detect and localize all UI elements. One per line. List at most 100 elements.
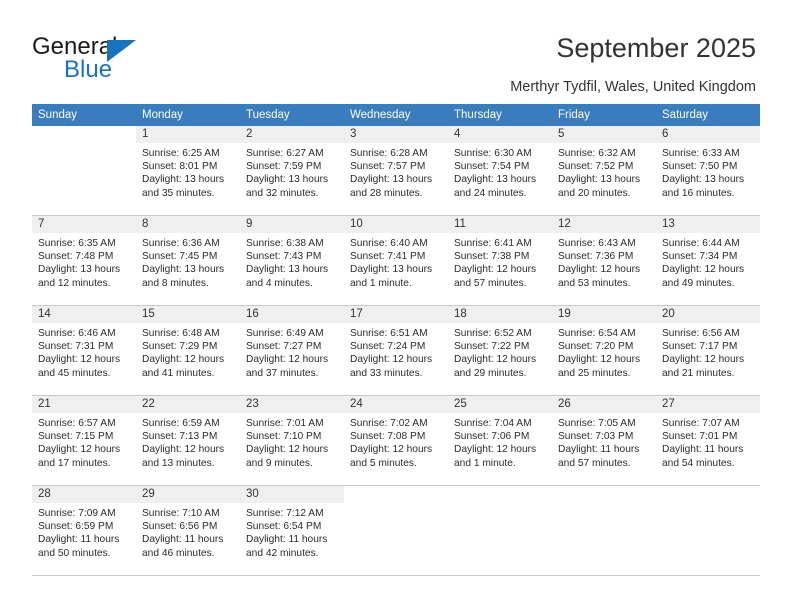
daylight-duration-line2: and 54 minutes.	[662, 457, 735, 469]
daylight-duration-line1: Daylight: 13 hours	[350, 264, 433, 276]
calendar-day-cell[interactable]: 10 Sunrise: 6:40 AM Sunset: 7:41 PM Dayligh…	[344, 215, 448, 306]
daylight-duration-line1: Daylight: 11 hours	[38, 534, 120, 546]
calendar-day-cell[interactable]: 21 Sunrise: 6:57 AM Sunset: 7:15 PM Dayligh…	[32, 395, 136, 486]
calendar-day-cell[interactable]: 6 Sunrise: 6:33 AM Sunset: 7:50 PM Daylight…	[656, 126, 760, 216]
daylight-duration-line2: and 37 minutes.	[246, 367, 319, 379]
sunrise-time: Sunrise: 7:10 AM	[142, 508, 220, 519]
page-header: General Blue September 2025 Merthyr Tydf…	[0, 0, 792, 104]
calendar-day-cell[interactable]: 22 Sunrise: 6:59 AM Sunset: 7:13 PM Dayligh…	[136, 395, 240, 486]
calendar-day-cell[interactable]: 1 Sunrise: 6:25 AM Sunset: 8:01 PM Daylight…	[136, 126, 240, 216]
calendar-day-cell[interactable]: 18 Sunrise: 6:52 AM Sunset: 7:22 PM Dayligh…	[448, 305, 552, 396]
sunrise-time: Sunrise: 6:52 AM	[454, 328, 532, 339]
day-number: 18	[448, 306, 552, 323]
sunrise-time: Sunrise: 6:38 AM	[246, 238, 324, 249]
calendar-day-cell[interactable]: 15 Sunrise: 6:48 AM Sunset: 7:29 PM Dayligh…	[136, 305, 240, 396]
calendar-day-cell-empty	[552, 485, 656, 576]
calendar-day-cell[interactable]: 2 Sunrise: 6:27 AM Sunset: 7:59 PM Daylight…	[240, 126, 344, 216]
day-details: Sunrise: 7:07 AM Sunset: 7:01 PM Daylight:…	[656, 413, 760, 470]
day-number: 17	[344, 306, 448, 323]
sunset-time: Sunset: 7:41 PM	[350, 251, 426, 263]
page-title: September 2025	[556, 33, 756, 63]
daylight-duration-line1: Daylight: 11 hours	[662, 444, 744, 456]
daylight-duration-line2: and 41 minutes.	[142, 367, 215, 379]
daylight-duration-line1: Daylight: 11 hours	[246, 534, 328, 546]
calendar-day-cell[interactable]: 24 Sunrise: 7:02 AM Sunset: 7:08 PM Dayligh…	[344, 395, 448, 486]
day-details: Sunrise: 6:35 AM Sunset: 7:48 PM Daylight:…	[32, 233, 136, 290]
calendar-day-cell[interactable]: 13 Sunrise: 6:44 AM Sunset: 7:34 PM Dayligh…	[656, 215, 760, 306]
sunrise-time: Sunrise: 6:56 AM	[662, 328, 740, 339]
daylight-duration-line1: Daylight: 12 hours	[350, 354, 433, 366]
calendar-day-cell[interactable]: 26 Sunrise: 7:05 AM Sunset: 7:03 PM Dayligh…	[552, 395, 656, 486]
calendar-day-cell[interactable]: 14 Sunrise: 6:46 AM Sunset: 7:31 PM Dayligh…	[32, 305, 136, 396]
calendar-day-cell[interactable]: 11 Sunrise: 6:41 AM Sunset: 7:38 PM Dayligh…	[448, 215, 552, 306]
sunrise-time: Sunrise: 6:49 AM	[246, 328, 324, 339]
day-details: Sunrise: 6:32 AM Sunset: 7:52 PM Daylight:…	[552, 143, 656, 200]
sunset-time: Sunset: 7:52 PM	[558, 161, 634, 173]
sunset-time: Sunset: 7:17 PM	[662, 341, 738, 353]
sunrise-time: Sunrise: 6:59 AM	[142, 418, 220, 429]
sunset-time: Sunset: 7:38 PM	[454, 251, 530, 263]
sunrise-time: Sunrise: 6:32 AM	[558, 148, 636, 159]
sunset-time: Sunset: 7:54 PM	[454, 161, 530, 173]
sunrise-time: Sunrise: 6:54 AM	[558, 328, 636, 339]
brand-name-blue: Blue	[64, 56, 113, 83]
daylight-duration-line2: and 1 minute.	[350, 277, 412, 289]
day-details: Sunrise: 6:59 AM Sunset: 7:13 PM Daylight:…	[136, 413, 240, 470]
sunset-time: Sunset: 8:01 PM	[142, 161, 218, 173]
calendar-day-cell[interactable]: 5 Sunrise: 6:32 AM Sunset: 7:52 PM Daylight…	[552, 126, 656, 216]
daylight-duration-line1: Daylight: 12 hours	[662, 264, 745, 276]
day-details: Sunrise: 6:44 AM Sunset: 7:34 PM Daylight:…	[656, 233, 760, 290]
sunset-time: Sunset: 7:50 PM	[662, 161, 738, 173]
day-details: Sunrise: 6:49 AM Sunset: 7:27 PM Daylight:…	[240, 323, 344, 380]
calendar-day-cell-empty	[448, 485, 552, 576]
sunset-time: Sunset: 6:54 PM	[246, 521, 322, 533]
daylight-duration-line1: Daylight: 12 hours	[454, 264, 537, 276]
calendar-day-cell[interactable]: 20 Sunrise: 6:56 AM Sunset: 7:17 PM Dayligh…	[656, 305, 760, 396]
daylight-duration-line2: and 29 minutes.	[454, 367, 527, 379]
daylight-duration-line1: Daylight: 13 hours	[246, 174, 329, 186]
day-number: 26	[552, 396, 656, 413]
calendar-day-cell[interactable]: 28 Sunrise: 7:09 AM Sunset: 6:59 PM Dayligh…	[32, 485, 136, 576]
daylight-duration-line2: and 57 minutes.	[558, 457, 631, 469]
daylight-duration-line1: Daylight: 13 hours	[454, 174, 537, 186]
daylight-duration-line2: and 24 minutes.	[454, 187, 527, 199]
calendar-day-cell[interactable]: 7 Sunrise: 6:35 AM Sunset: 7:48 PM Daylight…	[32, 215, 136, 306]
daylight-duration-line2: and 49 minutes.	[662, 277, 735, 289]
calendar-day-cell[interactable]: 17 Sunrise: 6:51 AM Sunset: 7:24 PM Dayligh…	[344, 305, 448, 396]
daylight-duration-line2: and 9 minutes.	[246, 457, 313, 469]
sunrise-time: Sunrise: 7:01 AM	[246, 418, 324, 429]
day-details: Sunrise: 7:12 AM Sunset: 6:54 PM Daylight:…	[240, 503, 344, 560]
daylight-duration-line1: Daylight: 11 hours	[558, 444, 640, 456]
sunset-time: Sunset: 7:45 PM	[142, 251, 218, 263]
day-details: Sunrise: 7:05 AM Sunset: 7:03 PM Daylight:…	[552, 413, 656, 470]
daylight-duration-line1: Daylight: 12 hours	[246, 444, 329, 456]
calendar-day-cell[interactable]: 16 Sunrise: 6:49 AM Sunset: 7:27 PM Dayligh…	[240, 305, 344, 396]
sunrise-time: Sunrise: 6:43 AM	[558, 238, 636, 249]
sunrise-time: Sunrise: 6:33 AM	[662, 148, 740, 159]
sunset-time: Sunset: 7:03 PM	[558, 431, 634, 443]
daylight-duration-line2: and 25 minutes.	[558, 367, 631, 379]
calendar-day-cell[interactable]: 12 Sunrise: 6:43 AM Sunset: 7:36 PM Dayligh…	[552, 215, 656, 306]
calendar-day-cell[interactable]: 29 Sunrise: 7:10 AM Sunset: 6:56 PM Dayligh…	[136, 485, 240, 576]
calendar-day-cell[interactable]: 23 Sunrise: 7:01 AM Sunset: 7:10 PM Dayligh…	[240, 395, 344, 486]
sunset-time: Sunset: 7:10 PM	[246, 431, 322, 443]
daylight-duration-line2: and 16 minutes.	[662, 187, 735, 199]
day-details: Sunrise: 6:38 AM Sunset: 7:43 PM Daylight:…	[240, 233, 344, 290]
calendar-day-cell[interactable]: 19 Sunrise: 6:54 AM Sunset: 7:20 PM Dayligh…	[552, 305, 656, 396]
daylight-duration-line2: and 28 minutes.	[350, 187, 423, 199]
calendar-day-cell[interactable]: 3 Sunrise: 6:28 AM Sunset: 7:57 PM Daylight…	[344, 126, 448, 216]
calendar-day-cell[interactable]: 27 Sunrise: 7:07 AM Sunset: 7:01 PM Dayligh…	[656, 395, 760, 486]
sunrise-time: Sunrise: 6:35 AM	[38, 238, 116, 249]
sunrise-time: Sunrise: 6:25 AM	[142, 148, 220, 159]
day-details: Sunrise: 7:02 AM Sunset: 7:08 PM Daylight:…	[344, 413, 448, 470]
day-details: Sunrise: 6:28 AM Sunset: 7:57 PM Daylight:…	[344, 143, 448, 200]
calendar-day-cell[interactable]: 25 Sunrise: 7:04 AM Sunset: 7:06 PM Dayligh…	[448, 395, 552, 486]
day-number: 11	[448, 216, 552, 233]
calendar-day-cell[interactable]: 4 Sunrise: 6:30 AM Sunset: 7:54 PM Daylight…	[448, 126, 552, 216]
generalblue-logo[interactable]: General Blue	[32, 33, 232, 85]
calendar-day-cell[interactable]: 9 Sunrise: 6:38 AM Sunset: 7:43 PM Daylight…	[240, 215, 344, 306]
calendar-day-cell[interactable]: 8 Sunrise: 6:36 AM Sunset: 7:45 PM Daylight…	[136, 215, 240, 306]
day-number: 1	[136, 126, 240, 143]
calendar-day-cell[interactable]: 30 Sunrise: 7:12 AM Sunset: 6:54 PM Dayligh…	[240, 485, 344, 576]
sunrise-time: Sunrise: 6:48 AM	[142, 328, 220, 339]
